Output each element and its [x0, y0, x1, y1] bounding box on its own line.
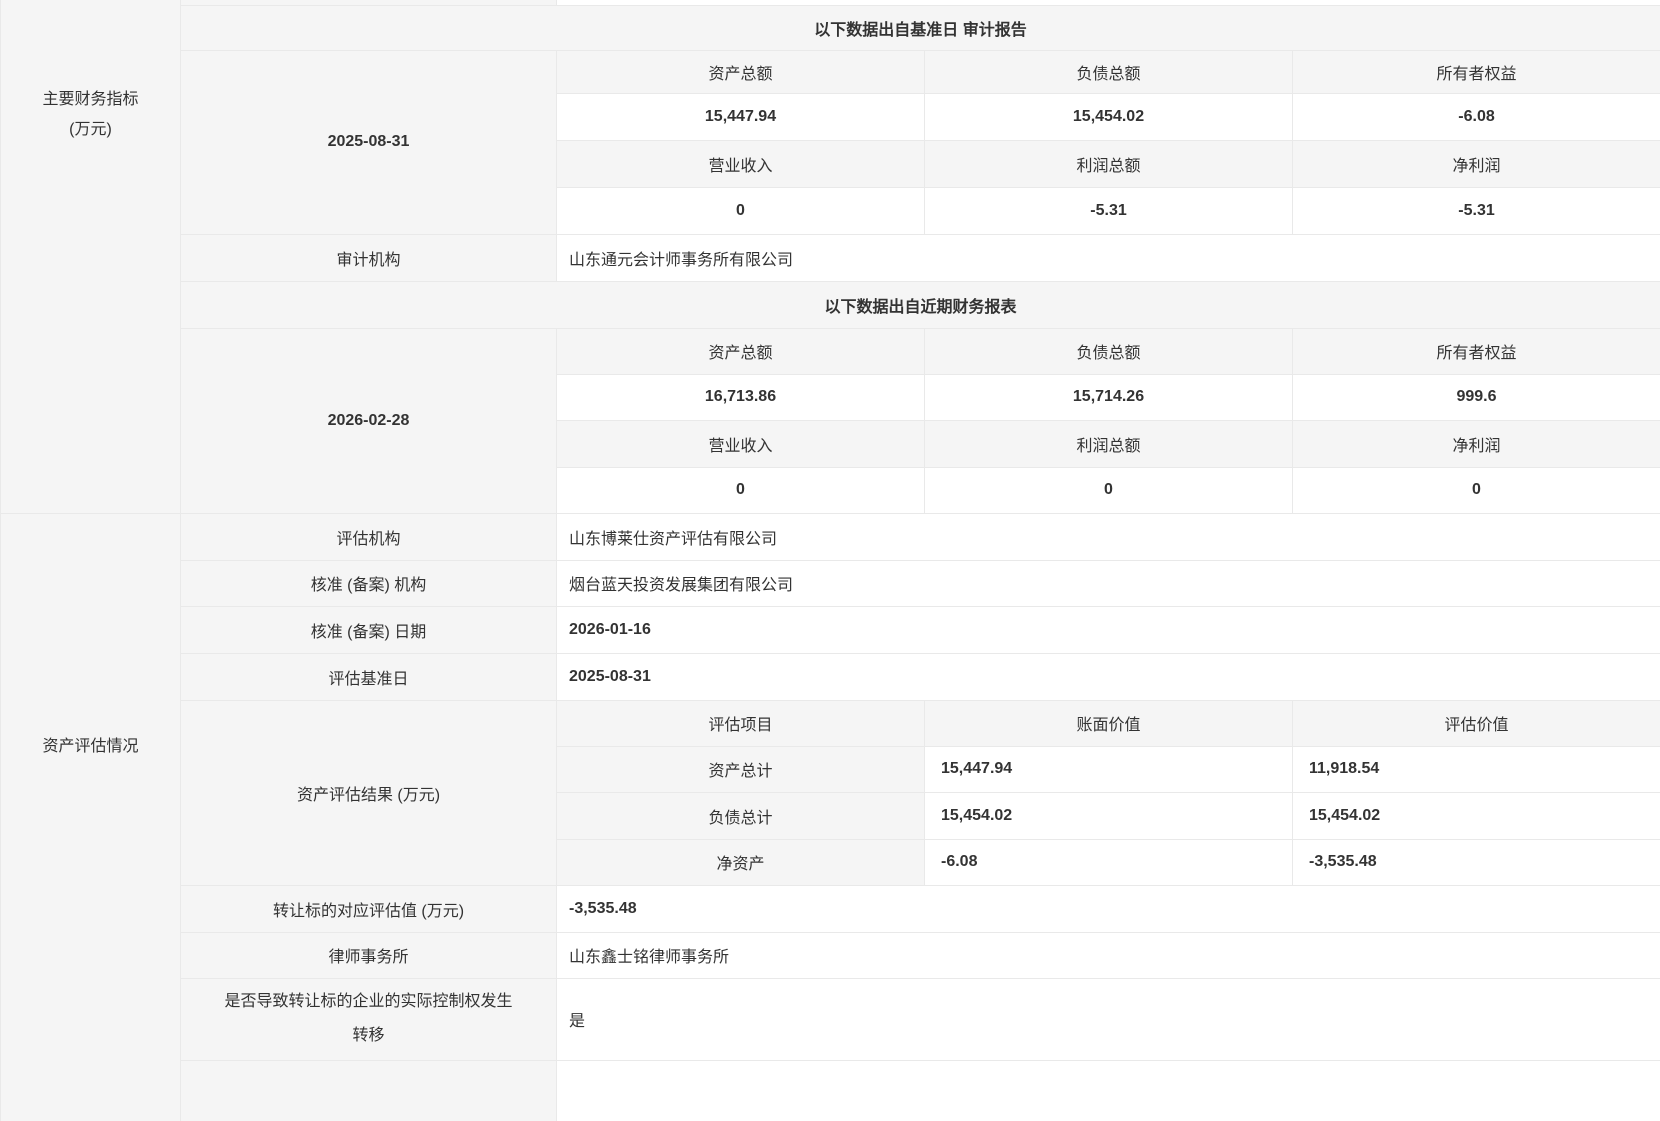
- metric-label-net-profit-recent: 净利润: [1293, 420, 1660, 467]
- eval-row-netassets-item: 净资产: [557, 839, 925, 885]
- metric-value-total-liabilities-recent: 15,714.26: [925, 374, 1293, 420]
- section-label-financial-cell: 主要财务指标 (万元): [1, 0, 181, 513]
- metric-label-net-profit: 净利润: [1293, 140, 1660, 187]
- metric-value-net-profit: -5.31: [1293, 187, 1660, 234]
- metric-value-revenue-recent: 0: [557, 467, 925, 513]
- metric-label-owner-equity: 所有者权益: [1293, 50, 1660, 93]
- recent-report-date: 2026-02-28: [181, 328, 557, 513]
- listing-data-table: 主要财务指标 (万元) 以下数据出自基准日 审计报告 2025-08-31 资产…: [0, 0, 1660, 1121]
- eval-row-netassets-book: -6.08: [925, 839, 1293, 885]
- metric-value-revenue: 0: [557, 187, 925, 234]
- approve-date-value: 2026-01-16: [557, 606, 1660, 653]
- audit-base-date: 2025-08-31: [181, 50, 557, 234]
- eval-agency-value: 山东博莱仕资产评估有限公司: [557, 513, 1660, 560]
- control-transfer-value: 是: [557, 978, 1660, 1060]
- base-date-value: 2025-08-31: [557, 653, 1660, 700]
- control-transfer-label: 是否导致转让标的企业的实际控制权发生转移: [219, 985, 519, 1053]
- cutoff-bottom-value-cell: [557, 1060, 1660, 1121]
- approve-date-label: 核准 (备案) 日期: [181, 606, 557, 653]
- recent-source-header: 以下数据出自近期财务报表: [181, 281, 1660, 328]
- approve-org-label: 核准 (备案) 机构: [181, 560, 557, 606]
- section-label-financial-unit: (万元): [1, 115, 180, 145]
- metric-value-total-liabilities: 15,454.02: [925, 93, 1293, 140]
- eval-result-label: 资产评估结果 (万元): [181, 700, 557, 885]
- metric-label-owner-equity-recent: 所有者权益: [1293, 328, 1660, 374]
- eval-agency-label: 评估机构: [181, 513, 557, 560]
- metric-value-total-assets: 15,447.94: [557, 93, 925, 140]
- eval-header-item: 评估项目: [557, 700, 925, 746]
- metric-value-owner-equity-recent: 999.6: [1293, 374, 1660, 420]
- section-label-evaluation: 资产评估情况: [1, 732, 180, 762]
- eval-row-netassets-eval: -3,535.48: [1293, 839, 1660, 885]
- metric-value-total-assets-recent: 16,713.86: [557, 374, 925, 420]
- metric-value-owner-equity: -6.08: [1293, 93, 1660, 140]
- metric-label-total-profit-recent: 利润总额: [925, 420, 1293, 467]
- metric-value-net-profit-recent: 0: [1293, 467, 1660, 513]
- section-label-financial: 主要财务指标 (万元): [1, 85, 180, 145]
- law-firm-label: 律师事务所: [181, 932, 557, 978]
- base-date-label: 评估基准日: [181, 653, 557, 700]
- eval-row-assets-eval: 11,918.54: [1293, 746, 1660, 792]
- eval-row-liabilities-item: 负债总计: [557, 792, 925, 839]
- metric-value-total-profit-recent: 0: [925, 467, 1293, 513]
- eval-header-book-value: 账面价值: [925, 700, 1293, 746]
- eval-row-assets-book: 15,447.94: [925, 746, 1293, 792]
- metric-label-total-liabilities: 负债总额: [925, 50, 1293, 93]
- eval-row-liabilities-book: 15,454.02: [925, 792, 1293, 839]
- cutoff-bottom-label-cell: [181, 1060, 557, 1121]
- listing-financial-table-view: 主要财务指标 (万元) 以下数据出自基准日 审计报告 2025-08-31 资产…: [0, 0, 1660, 1121]
- metric-label-total-profit: 利润总额: [925, 140, 1293, 187]
- control-transfer-label-cell: 是否导致转让标的企业的实际控制权发生转移: [181, 978, 557, 1060]
- eval-header-eval-value: 评估价值: [1293, 700, 1660, 746]
- transfer-value-label: 转让标的对应评估值 (万元): [181, 885, 557, 932]
- metric-label-total-assets: 资产总额: [557, 50, 925, 93]
- eval-row-liabilities-eval: 15,454.02: [1293, 792, 1660, 839]
- metric-value-total-profit: -5.31: [925, 187, 1293, 234]
- transfer-value-value: -3,535.48: [557, 885, 1660, 932]
- metric-label-revenue-recent: 营业收入: [557, 420, 925, 467]
- section-label-evaluation-cell: 资产评估情况: [1, 513, 181, 1121]
- metric-label-revenue: 营业收入: [557, 140, 925, 187]
- approve-org-value: 烟台蓝天投资发展集团有限公司: [557, 560, 1660, 606]
- eval-row-assets-item: 资产总计: [557, 746, 925, 792]
- audit-source-header: 以下数据出自基准日 审计报告: [181, 5, 1660, 50]
- auditor-label: 审计机构: [181, 234, 557, 281]
- law-firm-value: 山东鑫士铭律师事务所: [557, 932, 1660, 978]
- auditor-value: 山东通元会计师事务所有限公司: [557, 234, 1660, 281]
- metric-label-total-assets-recent: 资产总额: [557, 328, 925, 374]
- metric-label-total-liabilities-recent: 负债总额: [925, 328, 1293, 374]
- section-label-financial-line1: 主要财务指标: [1, 85, 180, 115]
